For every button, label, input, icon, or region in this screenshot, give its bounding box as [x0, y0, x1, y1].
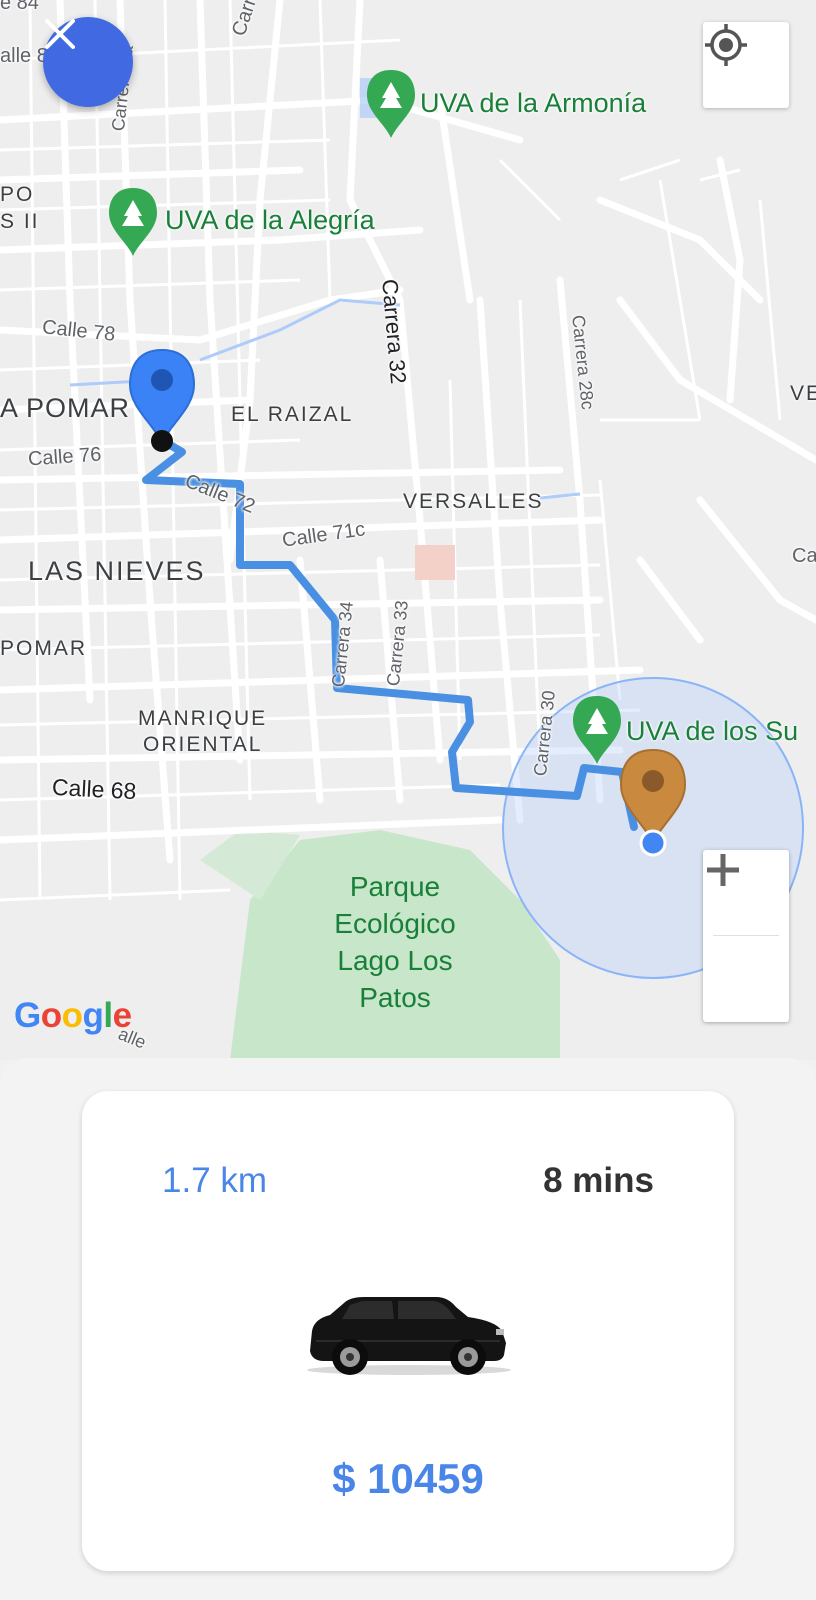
park-label-line2: Ecológico — [334, 908, 456, 939]
neighborhood-el-raizal: EL RAIZAL — [231, 403, 354, 426]
zoom-out-button[interactable] — [703, 867, 789, 1021]
my-location-button[interactable] — [703, 22, 789, 108]
park-label-line4: Patos — [359, 982, 431, 1013]
current-location-dot — [639, 829, 667, 857]
road-label-ca-right: Ca — [792, 545, 816, 567]
trip-duration: 8 mins — [543, 1161, 654, 1200]
neighborhood-versalles: VERSALLES — [403, 490, 544, 513]
trip-distance: 1.7 km — [162, 1161, 268, 1200]
park-label-line1: Parque — [349, 871, 441, 902]
road-label-calle84: e 84 — [0, 0, 39, 14]
neighborhood-manrique-2: ORIENTAL — [143, 733, 263, 756]
road-label-calle8: alle 8 — [0, 45, 48, 67]
neighborhood-las-nieves: LAS NIEVES — [28, 556, 206, 586]
zoom-controls — [703, 850, 789, 1022]
park-label[interactable]: Parque Ecológico Lago Los Patos — [320, 868, 470, 1016]
poi-label-armonia[interactable]: UVA de la Armonía — [420, 88, 646, 119]
trip-summary-card[interactable]: 1.7 km 8 mins $ 10459 — [82, 1091, 734, 1571]
google-logo: Google — [14, 996, 132, 1035]
suv-car-image[interactable] — [304, 1291, 514, 1379]
neighborhood-pomar-top: A POMAR — [0, 393, 131, 423]
neighborhood-pomar-left: POMAR — [0, 637, 88, 660]
trip-price: $ 10459 — [332, 1455, 484, 1502]
my-location-icon — [705, 24, 747, 66]
road-label-calle68: Calle 68 — [51, 773, 138, 805]
poi-label-sur[interactable]: UVA de los Su — [626, 716, 798, 747]
close-button[interactable] — [43, 17, 133, 107]
neighborhood-manrique-1: MANRIQUE — [138, 707, 268, 730]
map-view[interactable]: UVA de la Armonía UVA de la Alegría UVA … — [0, 0, 816, 1060]
close-icon — [45, 19, 75, 49]
poi-label-alegria[interactable]: UVA de la Alegría — [165, 205, 375, 236]
neighborhood-s-ii: S II — [0, 210, 40, 233]
minus-icon — [707, 867, 739, 873]
neighborhood-po: PO — [0, 183, 35, 206]
park-label-line3: Lago Los — [337, 945, 453, 976]
neighborhood-ve: VE — [790, 382, 816, 405]
